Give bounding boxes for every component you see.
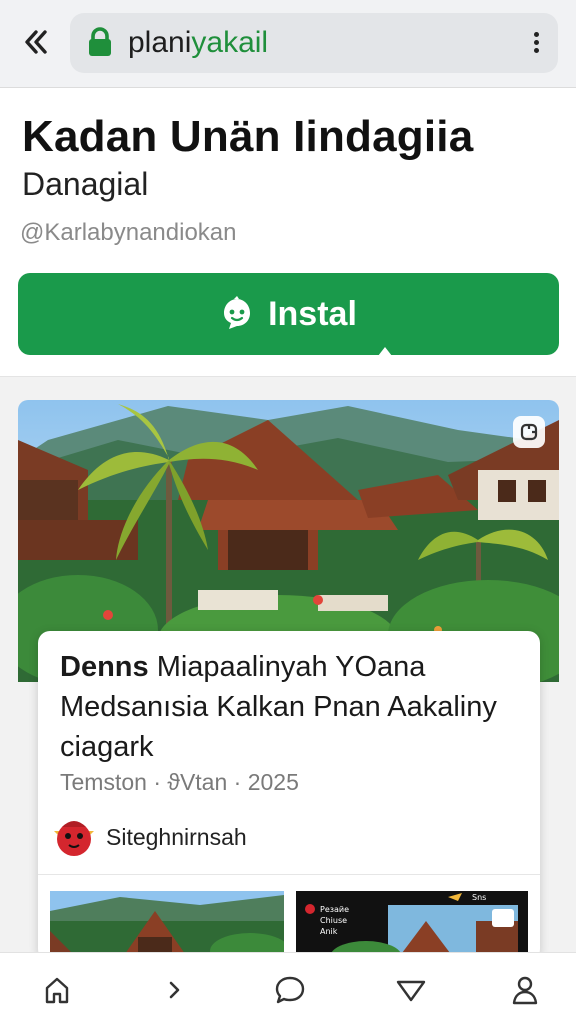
lock-icon xyxy=(89,27,111,56)
author-name: Siteghnirnsah xyxy=(106,823,247,850)
kebab-menu-icon[interactable] xyxy=(530,29,542,57)
back-double-chevron-icon xyxy=(25,30,47,54)
app-subtitle: Danagial xyxy=(22,166,149,202)
developer-handle[interactable]: @Karlabynandiokan xyxy=(20,219,237,247)
expand-icon xyxy=(520,423,538,441)
url-text: planiyakail xyxy=(128,26,268,60)
home-icon xyxy=(45,977,69,1004)
card-divider xyxy=(38,874,540,875)
url-prefix: plani xyxy=(128,26,192,59)
expand-button[interactable] xyxy=(513,416,545,448)
nav-chat[interactable] xyxy=(270,971,310,1009)
headline-bold: Denns xyxy=(60,651,149,683)
related-thumbnail[interactable] xyxy=(50,891,284,961)
forward-chevron-icon xyxy=(169,981,180,999)
video-caption-line1: Резайе xyxy=(320,905,350,914)
install-button[interactable]: Instal xyxy=(18,273,559,356)
nav-home[interactable] xyxy=(37,971,77,1009)
bottom-navigation xyxy=(0,952,576,1024)
app-title: Kadan Unän Iindagiia xyxy=(22,112,474,161)
tooltip-caret xyxy=(378,347,392,356)
browser-toolbar: planiyakail xyxy=(0,0,576,88)
article-headline: Denns Miapaalinyah YOana Medsanısia Kalk… xyxy=(60,647,530,767)
article-meta: Temston · ϑVtan · 2025 xyxy=(60,769,299,795)
nav-downloads[interactable] xyxy=(391,971,431,1009)
video-caption-line3: Anik xyxy=(320,927,338,936)
article-card[interactable]: Denns Miapaalinyah YOana Medsanısia Kalk… xyxy=(38,631,540,961)
url-domain: yakail xyxy=(191,26,269,59)
address-bar[interactable]: planiyakail xyxy=(70,13,558,73)
author-row[interactable]: Siteghnirnsah xyxy=(52,813,247,861)
chat-bot-icon xyxy=(224,296,251,329)
triangle-down-icon xyxy=(396,980,426,1002)
avatar xyxy=(54,821,94,856)
install-label: Instal xyxy=(268,294,357,333)
back-button[interactable] xyxy=(16,22,56,62)
chat-bubble-icon xyxy=(275,976,305,1004)
video-badge: Sns xyxy=(472,893,487,902)
related-video-thumbnail[interactable]: Резайе Chiuse Anik Sns xyxy=(296,891,528,961)
village-thumbnail-image xyxy=(50,891,284,961)
nav-forward[interactable] xyxy=(154,971,194,1009)
nav-profile[interactable] xyxy=(505,971,545,1009)
video-caption-line2: Chiuse xyxy=(320,916,348,925)
profile-icon xyxy=(512,976,538,1005)
village-video-frame xyxy=(296,891,528,961)
